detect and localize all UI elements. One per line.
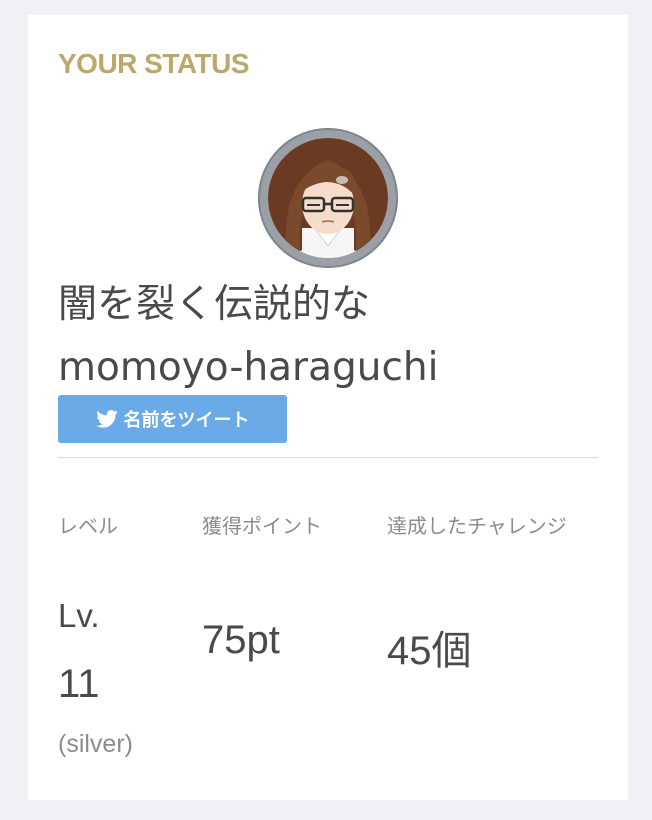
tweet-button-label: 名前をツイート — [123, 410, 250, 431]
stat-level-label: レベル — [58, 514, 118, 538]
stat-points: 獲得ポイント 75pt — [202, 512, 352, 662]
stat-challenges: 達成したチャレンジ 45個 — [387, 512, 602, 673]
user-title: 闇を裂く伝説的な — [58, 282, 371, 327]
stat-level-rank: (silver) — [58, 730, 133, 758]
stat-level-value: 11 — [58, 662, 100, 706]
stat-challenges-value: 45個 — [387, 629, 472, 673]
status-card: YOUR STATUS 闇を裂く伝説的な momoyo-haraguchi 名前… — [28, 15, 628, 800]
section-title: YOUR STATUS — [58, 48, 250, 79]
avatar — [258, 128, 398, 268]
tweet-name-button[interactable]: 名前をツイート — [58, 395, 287, 443]
divider — [58, 457, 598, 458]
stat-level: レベル Lv. 11 (silver) — [58, 512, 178, 758]
avatar-illustration — [268, 138, 388, 258]
username: momoyo-haraguchi — [58, 345, 439, 390]
stat-challenges-label: 達成したチャレンジ — [387, 514, 567, 538]
stat-points-label: 獲得ポイント — [202, 514, 322, 538]
stat-level-prefix: Lv. — [58, 597, 100, 634]
twitter-bird-icon — [95, 410, 118, 428]
stat-points-value: 75pt — [202, 618, 280, 662]
user-title-name: 闇を裂く伝説的な momoyo-haraguchi — [58, 273, 618, 399]
